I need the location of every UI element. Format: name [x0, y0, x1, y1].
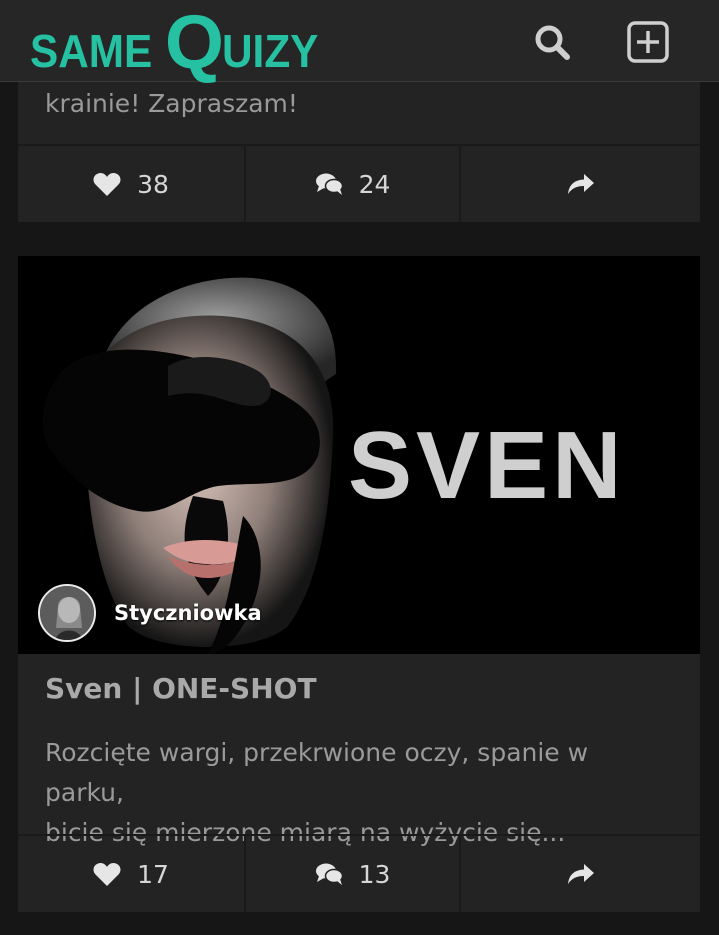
create-quiz-button[interactable]	[626, 20, 670, 64]
comments-button[interactable]: 24	[244, 146, 459, 222]
share-icon	[567, 174, 594, 194]
plus-square-icon	[627, 21, 669, 63]
author-link[interactable]: Styczniowka	[38, 584, 262, 642]
quiz-card: krainie! Zapraszam! 38 24	[18, 82, 700, 222]
quiz-excerpt: krainie! Zapraszam!	[45, 89, 298, 118]
card-stats-bar: 17 13	[18, 834, 700, 912]
quiz-cover-image[interactable]: SVEN Styczniowka	[18, 256, 700, 654]
samequizy-logo[interactable]: SAME Q UIZY	[30, 0, 327, 82]
quiz-card: SVEN Styczniowka Sven | ONE-SHOT Rozcięt…	[18, 256, 700, 912]
search-button[interactable]	[530, 20, 574, 64]
cover-title-text: SVEN	[348, 412, 625, 519]
excerpt-line: Rozcięte wargi, przekrwione oczy, spanie…	[45, 738, 589, 807]
heart-icon	[93, 173, 121, 196]
comments-button[interactable]: 13	[244, 836, 459, 912]
like-button[interactable]: 38	[18, 146, 244, 222]
like-count: 38	[137, 169, 169, 199]
top-bar: SAME Q UIZY	[0, 0, 719, 82]
author-avatar	[38, 584, 96, 642]
quiz-title[interactable]: Sven | ONE-SHOT	[45, 672, 317, 705]
like-count: 17	[137, 859, 169, 889]
search-icon	[535, 25, 570, 60]
share-icon	[567, 864, 594, 884]
comments-icon	[315, 173, 343, 195]
like-button[interactable]: 17	[18, 836, 244, 912]
comments-icon	[315, 863, 343, 885]
card-stats-bar: 38 24	[18, 144, 700, 222]
share-button[interactable]	[459, 836, 700, 912]
share-button[interactable]	[459, 146, 700, 222]
heart-icon	[93, 863, 121, 886]
logo-text-uizy: UIZY	[222, 25, 319, 77]
comment-count: 24	[358, 169, 391, 199]
comment-count: 13	[358, 859, 391, 889]
logo-text-q: Q	[164, 0, 225, 85]
logo-text-same: SAME	[30, 25, 153, 77]
author-name: Styczniowka	[114, 601, 262, 625]
